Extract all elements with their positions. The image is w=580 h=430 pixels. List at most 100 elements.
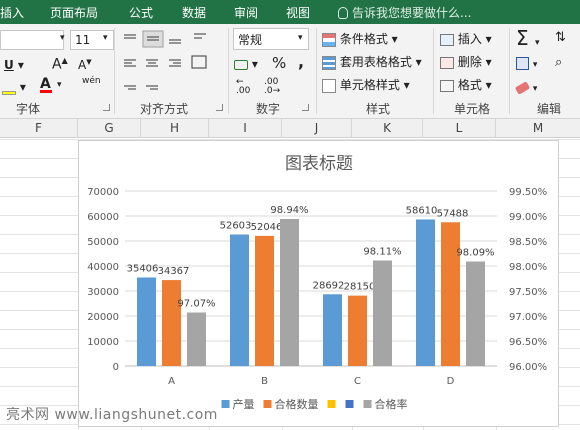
- comma-style-icon[interactable]: ,: [298, 52, 304, 71]
- data-label: 34367: [158, 266, 190, 277]
- conditional-format-icon: [322, 32, 336, 47]
- alignment-icons[interactable]: [122, 30, 232, 98]
- separator: [509, 28, 510, 114]
- decrease-decimal-icon[interactable]: .00.0→: [264, 78, 280, 96]
- lightbulb-icon: [338, 7, 348, 19]
- bar-产量: [323, 294, 342, 366]
- bar-合格数量: [441, 222, 460, 366]
- column-header-i[interactable]: I: [209, 119, 282, 138]
- font-name-box[interactable]: [0, 30, 64, 50]
- tab-insert[interactable]: 插入: [0, 4, 24, 21]
- data-label: 28692: [313, 280, 345, 291]
- chart-title: 图表标题: [285, 154, 353, 174]
- increase-decimal-label: .00: [236, 86, 251, 96]
- tab-view[interactable]: 视图: [286, 4, 310, 21]
- fill-color-icon[interactable]: ▾: [2, 80, 26, 95]
- data-label: 57488: [437, 208, 469, 219]
- find-select-icon[interactable]: ⌕: [555, 55, 562, 70]
- sort-filter-icon[interactable]: ⇅: [555, 30, 566, 45]
- y2-tick-label: 97.00%: [509, 312, 547, 323]
- y-tick-label: 70000: [87, 187, 119, 198]
- increase-decimal-icon[interactable]: ← .00: [236, 78, 250, 96]
- legend-label: 合格数量: [275, 397, 319, 411]
- group-label-styles: 样式: [366, 102, 391, 116]
- bar-合格数量: [255, 235, 274, 366]
- legend-swatch: [363, 400, 372, 408]
- column-header-g[interactable]: G: [78, 119, 141, 138]
- group-label-number: 数字: [256, 102, 281, 116]
- percent-style-icon[interactable]: %: [272, 54, 286, 72]
- legend-swatch: [221, 400, 230, 408]
- y-tick-label: 40000: [87, 262, 119, 273]
- format-cells-button[interactable]: 格式 ▾: [440, 76, 492, 93]
- tab-formulas[interactable]: 公式: [129, 4, 153, 21]
- decrease-font-icon[interactable]: A▼: [78, 58, 92, 72]
- bar-合格率: [373, 260, 392, 366]
- tell-me-box[interactable]: 告诉我您想要做什么...: [338, 4, 471, 21]
- y-tick-label: 20000: [87, 312, 119, 323]
- format-cells-label: 格式: [457, 78, 482, 92]
- font-color-dropdown-icon[interactable]: ▾: [57, 80, 62, 90]
- data-label: 58610: [406, 205, 438, 216]
- bar-产量: [230, 234, 249, 366]
- column-header-h[interactable]: H: [141, 119, 209, 138]
- bar-合格率: [466, 261, 485, 366]
- font-color-icon[interactable]: A: [40, 76, 52, 93]
- x-tick-label: B: [261, 376, 268, 387]
- column-header-m[interactable]: M: [496, 119, 580, 138]
- separator: [433, 28, 434, 114]
- x-tick-label: A: [168, 376, 175, 387]
- y-tick-label: 50000: [87, 237, 119, 248]
- format-as-table-button[interactable]: 套用表格格式 ▾: [322, 53, 422, 70]
- alignment-dialog-launcher-icon[interactable]: [216, 104, 223, 111]
- number-dialog-launcher-icon[interactable]: [302, 104, 309, 111]
- delete-cells-icon: [440, 56, 454, 69]
- chart-svg[interactable]: 图表标题 0 10000 20000 30000 40000 50000 60000 70000…: [79, 141, 560, 428]
- y2-tick-label: 98.00%: [509, 262, 547, 273]
- number-format-dropdown-icon[interactable]: ▾: [298, 33, 303, 43]
- phonetic-label: wén: [82, 76, 101, 86]
- underline-icon[interactable]: U ▾: [4, 58, 24, 72]
- font-size-dropdown-icon[interactable]: ▾: [103, 33, 108, 43]
- autosum-icon[interactable]: Σ ▾: [516, 26, 540, 50]
- data-label: 52046: [251, 222, 283, 233]
- font-name-dropdown-icon[interactable]: ▾: [60, 33, 65, 43]
- data-label: 98.09%: [456, 248, 494, 259]
- chart-area[interactable]: 图表标题 0 10000 20000 30000 40000 50000 60000 70000…: [78, 140, 559, 427]
- bar-合格数量: [162, 280, 181, 366]
- ribbon: ▾ 11 ▾ U ▾ A▲ A▼ ▾ A ▾ wén 字体 对齐方式 常规 ▾ …: [0, 24, 580, 119]
- bar-合格率: [280, 219, 299, 366]
- group-label-alignment: 对齐方式: [140, 102, 189, 116]
- format-as-table-icon: [322, 55, 336, 70]
- increase-font-icon[interactable]: A▲: [52, 56, 68, 73]
- data-label: 98.94%: [270, 205, 308, 216]
- column-header-k[interactable]: K: [352, 119, 423, 138]
- clear-icon[interactable]: ▾: [514, 80, 537, 95]
- delete-cells-label: 删除: [457, 55, 482, 69]
- y2-tick-label: 99.50%: [509, 187, 547, 198]
- decrease-decimal-label: .0: [264, 86, 273, 96]
- x-tick-label: D: [447, 376, 455, 387]
- column-header-f[interactable]: F: [0, 119, 78, 138]
- currency-icon[interactable]: ▾: [234, 57, 258, 71]
- tab-data[interactable]: 数据: [182, 4, 206, 21]
- y-tick-label: 0: [113, 362, 119, 373]
- delete-cells-button[interactable]: 删除 ▾: [440, 53, 492, 70]
- font-size-value: 11: [75, 33, 91, 47]
- column-header-l[interactable]: L: [423, 119, 496, 138]
- fill-icon[interactable]: ▾: [516, 56, 537, 70]
- y2-tick-label: 98.50%: [509, 237, 547, 248]
- conditional-format-label: 条件格式: [339, 32, 388, 46]
- tab-review[interactable]: 审阅: [234, 4, 258, 21]
- column-header-j[interactable]: J: [282, 119, 352, 138]
- font-dialog-launcher-icon[interactable]: [103, 104, 110, 111]
- y2-tick-label: 96.50%: [509, 337, 547, 348]
- x-tick-label: C: [354, 376, 361, 387]
- insert-cells-button[interactable]: 插入 ▾: [440, 30, 492, 47]
- tab-page-layout[interactable]: 页面布局: [50, 4, 98, 21]
- cell-styles-button[interactable]: 单元格样式 ▾: [322, 76, 410, 93]
- separator: [316, 28, 317, 114]
- separator: [228, 28, 229, 114]
- conditional-format-button[interactable]: 条件格式 ▾: [322, 30, 398, 47]
- phonetic-icon[interactable]: wén: [82, 76, 101, 86]
